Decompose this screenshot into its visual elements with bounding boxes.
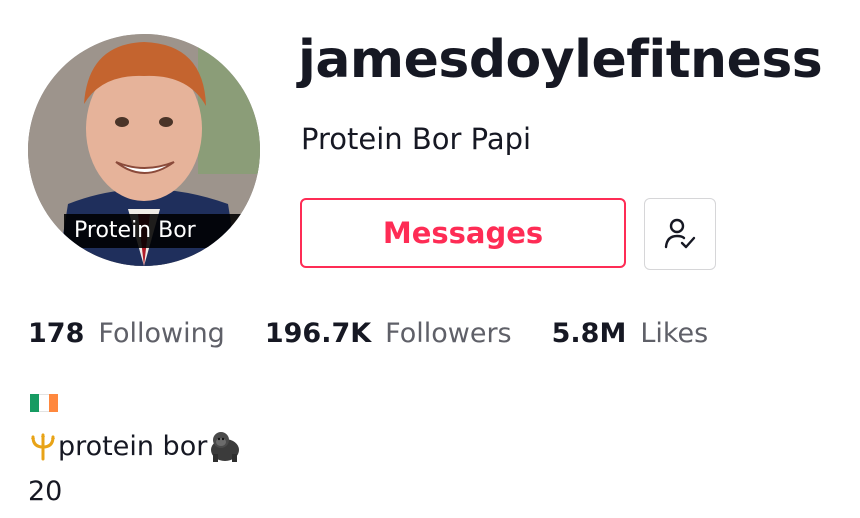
user-check-icon bbox=[664, 218, 696, 249]
stat-followers[interactable]: 196.7K Followers bbox=[265, 318, 512, 349]
avatar[interactable]: Protein Bor bbox=[28, 34, 260, 266]
stat-likes: 5.8M Likes bbox=[552, 318, 709, 349]
gorilla-icon bbox=[211, 432, 240, 462]
nickname: Protein Bor Papi bbox=[301, 122, 532, 156]
messages-button[interactable]: Messages bbox=[300, 198, 626, 268]
likes-count: 5.8M bbox=[551, 318, 627, 349]
bio-age: 20 bbox=[28, 476, 63, 507]
username: jamesdoylefitness bbox=[298, 30, 823, 90]
followers-label: Followers bbox=[385, 318, 512, 349]
bio-line: protein bor bbox=[28, 430, 243, 462]
following-status-button[interactable] bbox=[644, 198, 716, 270]
bio-text: protein bor bbox=[58, 430, 208, 462]
trident-icon bbox=[31, 433, 55, 461]
avatar-caption: Protein Bor bbox=[64, 214, 260, 248]
ireland-flag-icon bbox=[30, 394, 58, 412]
stat-following[interactable]: 178 Following bbox=[28, 318, 225, 349]
following-count: 178 bbox=[28, 318, 85, 349]
following-label: Following bbox=[98, 318, 225, 349]
followers-count: 196.7K bbox=[264, 318, 372, 349]
profile-stats: 178 Following 196.7K Followers 5.8M Like… bbox=[28, 318, 748, 349]
likes-label: Likes bbox=[640, 318, 709, 349]
